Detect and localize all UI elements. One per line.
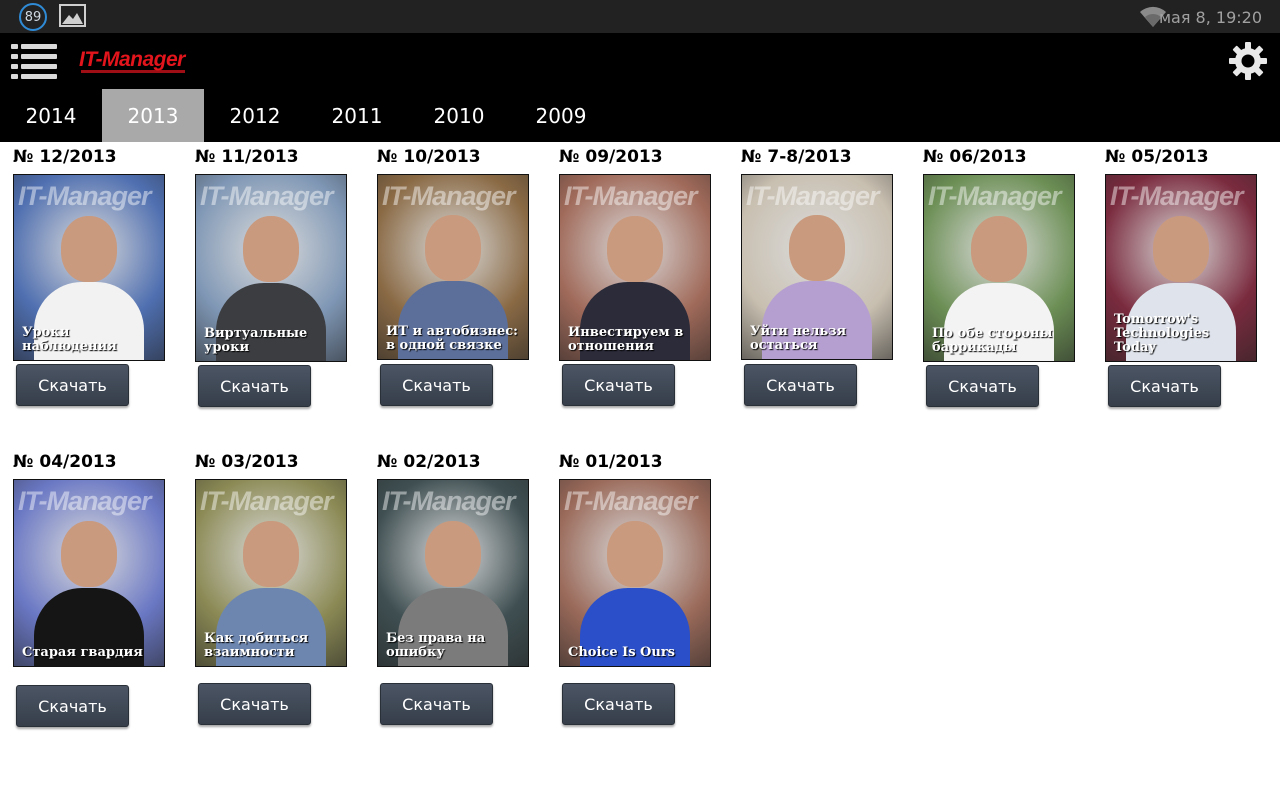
download-button[interactable]: Скачать: [562, 364, 675, 406]
issue-title: № 09/2013: [559, 147, 663, 167]
cover-masthead: IT-Manager: [382, 486, 516, 516]
cover-masthead: IT-Manager: [928, 181, 1062, 211]
download-button[interactable]: Скачать: [562, 683, 675, 725]
cover-person-face: [789, 215, 845, 282]
issue-cover-image[interactable]: IT-Manager Без права на ошибку: [377, 479, 529, 667]
cover-headline: Choice Is Ours: [568, 645, 675, 660]
download-button[interactable]: Скачать: [198, 365, 311, 407]
gear-icon[interactable]: [1228, 41, 1268, 81]
cover-headline: Без права на ошибку: [386, 631, 486, 660]
status-bar: 89 мая 8, 19:20: [0, 0, 1280, 33]
download-button[interactable]: Скачать: [380, 683, 493, 725]
issue-cover-image[interactable]: IT-Manager Уйти нельзя остаться: [741, 174, 893, 360]
tab-2010[interactable]: 2010: [408, 89, 510, 142]
issue-title: № 04/2013: [13, 452, 117, 472]
cover-headline: По обе стороны баррикады: [932, 326, 1053, 355]
issue-title: № 01/2013: [559, 452, 663, 472]
logo-underline: [81, 70, 185, 73]
cover-masthead: IT-Manager: [18, 486, 152, 516]
tab-2012[interactable]: 2012: [204, 89, 306, 142]
cover-person-face: [425, 520, 481, 587]
issue-title: № 02/2013: [377, 452, 481, 472]
issue-title: № 05/2013: [1105, 147, 1209, 167]
download-button[interactable]: Скачать: [926, 365, 1039, 407]
app-logo-text: IT-Manager: [79, 48, 185, 71]
cover-masthead: IT-Manager: [18, 181, 152, 211]
download-button[interactable]: Скачать: [16, 685, 129, 727]
issue-title: № 12/2013: [13, 147, 117, 167]
issue-title: № 10/2013: [377, 147, 481, 167]
issue-title: № 03/2013: [195, 452, 299, 472]
tab-2011[interactable]: 2011: [306, 89, 408, 142]
issue-cover-image[interactable]: IT-Manager Виртуальные уроки: [195, 174, 347, 362]
tab-2013[interactable]: 2013: [102, 89, 204, 142]
cover-headline: Виртуальные уроки: [204, 326, 308, 355]
issue-title: № 06/2013: [923, 147, 1027, 167]
cover-headline: Инвестируем в отношения: [568, 325, 684, 354]
image-icon: [59, 4, 86, 27]
download-button[interactable]: Скачать: [16, 364, 129, 406]
download-button[interactable]: Скачать: [1108, 365, 1221, 407]
cover-masthead: IT-Manager: [200, 486, 334, 516]
issue-cover-image[interactable]: IT-Manager Choice Is Ours: [559, 479, 711, 667]
cover-person-face: [425, 215, 481, 282]
cover-masthead: IT-Manager: [1110, 181, 1244, 211]
cover-person-face: [971, 215, 1027, 282]
issue-cover-image[interactable]: IT-Manager ИТ и автобизнес: в одной связк…: [377, 174, 529, 360]
cover-masthead: IT-Manager: [200, 181, 334, 211]
cover-headline: Как добиться взаимности: [204, 631, 309, 660]
notification-count-badge: 89: [19, 3, 47, 31]
cover-headline: Уроки наблюдения: [22, 325, 117, 354]
download-button[interactable]: Скачать: [744, 364, 857, 406]
cover-headline: ИТ и автобизнес: в одной связке: [386, 324, 518, 353]
issue-cover-image[interactable]: IT-Manager Уроки наблюдения: [13, 174, 165, 361]
year-tabs: 2014 2013 2012 2011 2010 2009: [0, 89, 1280, 142]
download-button[interactable]: Скачать: [380, 364, 493, 406]
cover-person-face: [1153, 215, 1209, 282]
cover-masthead: IT-Manager: [746, 181, 880, 211]
cover-person-face: [243, 215, 299, 282]
cover-person-face: [61, 215, 117, 282]
cover-person-face: [61, 520, 117, 587]
list-menu-icon[interactable]: [11, 42, 57, 82]
issue-title: № 11/2013: [195, 147, 299, 167]
issue-cover-image[interactable]: IT-Manager Tomorrow's Technologies Today: [1105, 174, 1257, 362]
issue-cover-image[interactable]: IT-Manager Инвестируем в отношения: [559, 174, 711, 361]
cover-masthead: IT-Manager: [564, 486, 698, 516]
cover-masthead: IT-Manager: [382, 181, 516, 211]
cover-person-face: [243, 520, 299, 587]
cover-person-face: [607, 520, 663, 587]
download-button[interactable]: Скачать: [198, 683, 311, 725]
tab-2009[interactable]: 2009: [510, 89, 612, 142]
app-logo: IT-Manager: [79, 48, 185, 74]
cover-headline: Старая гвардия: [22, 645, 143, 660]
cover-masthead: IT-Manager: [564, 181, 698, 211]
cover-headline: Уйти нельзя остаться: [750, 324, 847, 353]
issue-cover-image[interactable]: IT-Manager Старая гвардия: [13, 479, 165, 667]
issue-title: № 7-8/2013: [741, 147, 852, 167]
cover-person-face: [607, 215, 663, 282]
app-bar: IT-Manager: [0, 33, 1280, 89]
issue-cover-image[interactable]: IT-Manager Как добиться взаимности: [195, 479, 347, 667]
tab-2014[interactable]: 2014: [0, 89, 102, 142]
cover-headline: Tomorrow's Technologies Today: [1114, 312, 1210, 355]
status-datetime: мая 8, 19:20: [1158, 8, 1262, 27]
issue-cover-image[interactable]: IT-Manager По обе стороны баррикады: [923, 174, 1075, 362]
